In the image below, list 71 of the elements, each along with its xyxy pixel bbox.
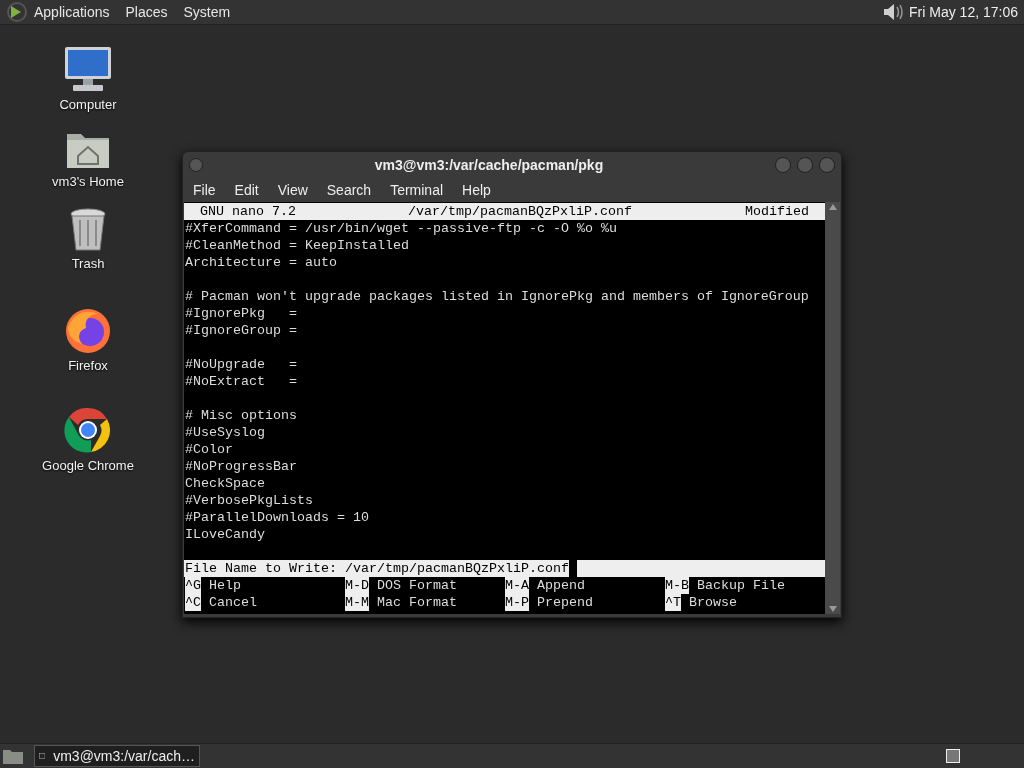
window-title: vm3@vm3:/var/cache/pacman/pkg <box>373 155 605 175</box>
code-line: CheckSpace <box>184 475 266 492</box>
desktop-icon-label[interactable]: Firefox <box>68 356 108 376</box>
menu-item[interactable]: Terminal <box>390 179 444 201</box>
trash-icon <box>69 208 107 252</box>
shortcut-label: Mac Format <box>376 594 457 611</box>
shortcut-label: Prepend <box>536 594 593 611</box>
code-line: # Pacman won't upgrade packages listed in IgnorePkg and members of IgnoreGroup <box>184 288 810 305</box>
shortcut-key: ^C <box>185 594 201 611</box>
shortcut-label: Backup File <box>696 577 785 594</box>
desktop-icon-label[interactable]: vm3's Home <box>52 172 124 192</box>
shortcut-key: M-P <box>505 594 529 611</box>
show-desktop-icon[interactable] <box>2 747 24 765</box>
shortcut-label: Browse <box>688 594 737 611</box>
shortcut-key: M-M <box>345 594 369 611</box>
code-line: #CleanMethod = KeepInstalled <box>184 237 410 254</box>
menu-item[interactable]: Search <box>326 179 372 201</box>
shortcut-label: Help <box>208 577 241 594</box>
panel-menu[interactable]: System <box>183 1 231 23</box>
menu-item[interactable]: Help <box>462 179 491 201</box>
code-line: #IgnorePkg = <box>184 305 298 322</box>
code-line: # Misc options <box>184 407 298 424</box>
chrome-icon <box>64 406 112 454</box>
desktop-icon-label[interactable]: Computer <box>59 95 117 115</box>
shortcut-label: Cancel <box>208 594 257 611</box>
shortcut-key: M-A <box>505 577 529 594</box>
menu-item[interactable]: File <box>193 179 216 201</box>
code-line: #NoExtract = <box>184 373 298 390</box>
scroll-up-icon[interactable] <box>828 204 837 210</box>
desktop-icon-label[interactable]: Google Chrome <box>42 456 134 476</box>
shortcut-key: M-D <box>345 577 369 594</box>
shortcut-label: Append <box>536 577 585 594</box>
monitor-icon <box>63 45 113 93</box>
code-line: #ParallelDownloads = 10 <box>184 509 370 526</box>
code-line: #Color <box>184 441 234 458</box>
minimize-button[interactable] <box>775 157 791 173</box>
scrollbar[interactable] <box>825 202 840 614</box>
scroll-down-icon[interactable] <box>828 606 837 612</box>
shortcut-key: M-B <box>665 577 689 594</box>
menu-item[interactable]: View <box>277 179 308 201</box>
file-path: /var/tmp/pacmanBQzPxliP.conf <box>408 203 633 220</box>
desktop-icon-label[interactable]: Trash <box>71 254 105 274</box>
prompt-value: /var/tmp/pacmanBQzPxliP.conf <box>344 560 569 577</box>
code-line: #NoProgressBar <box>184 458 298 475</box>
nano-version: GNU nano 7.2 <box>200 203 297 220</box>
prompt-label: File Name to Write: <box>185 560 338 577</box>
code-line: #UseSyslog <box>184 424 266 441</box>
menu-item[interactable]: Edit <box>234 179 259 201</box>
panel-menu[interactable]: Places <box>125 1 168 23</box>
shortcut-key: ^T <box>665 594 681 611</box>
clock[interactable]: Fri May 12, 17:06 <box>909 1 1018 23</box>
window-menu-icon[interactable] <box>189 158 203 172</box>
panel-menu[interactable]: Applications <box>34 1 110 23</box>
taskbar-button[interactable]: vm3@vm3:/var/cach… <box>34 745 200 767</box>
distro-logo-icon[interactable] <box>6 1 28 23</box>
code-line: #XferCommand = /usr/bin/wget --passive-ftp -c -O %o %u <box>184 220 618 237</box>
filename-prompt[interactable]: File Name to Write: /var/tmp/pacmanBQzPxliP.conf <box>184 560 825 577</box>
shortcut-key: ^G <box>185 577 201 594</box>
firefox-icon <box>64 306 112 354</box>
code-line: #NoUpgrade = <box>184 356 298 373</box>
code-line: #IgnoreGroup = <box>184 322 298 339</box>
code-line: ILoveCandy <box>184 526 266 543</box>
code-line: Architecture = auto <box>184 254 338 271</box>
workspace-switcher[interactable] <box>946 749 960 763</box>
modified-status: Modified <box>745 203 809 220</box>
shortcut-label: DOS Format <box>376 577 457 594</box>
volume-icon[interactable] <box>881 1 904 23</box>
maximize-button[interactable] <box>797 157 813 173</box>
terminal-icon <box>39 750 46 762</box>
code-line: #VerbosePkgLists <box>184 492 314 509</box>
close-button[interactable] <box>819 157 835 173</box>
